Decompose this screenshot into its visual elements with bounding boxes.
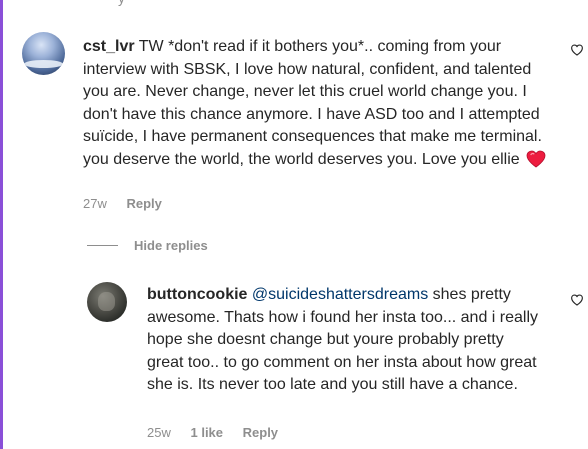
hide-replies-line — [87, 245, 118, 246]
comment-body-1: TW *don't read if it bothers you*.. comi… — [83, 38, 542, 168]
red-heart-emoji — [526, 150, 546, 176]
hide-replies-label: Hide replies — [134, 238, 208, 253]
avatar-cst-lvr[interactable] — [22, 32, 65, 75]
comment-time-2[interactable]: 25w — [147, 425, 171, 440]
comment-text-1: cst_lvr TW *don't read if it bothers you… — [83, 36, 553, 175]
username-buttoncookie[interactable]: buttoncookie — [147, 286, 247, 303]
comment-time-1[interactable]: 27w — [83, 196, 107, 211]
like-count-2[interactable]: 1 like — [190, 425, 223, 440]
avatar-buttoncookie[interactable] — [87, 282, 127, 322]
avatar-image — [98, 292, 115, 311]
reply-button-1[interactable]: Reply — [126, 196, 161, 211]
comment-meta-1: 27w Reply — [83, 196, 178, 211]
comment-text-2: buttoncookie @suicideshattersdreams shes… — [147, 284, 542, 397]
mention-link[interactable]: @suicideshattersdreams — [252, 286, 428, 303]
top-cut-off-text: y — [118, 0, 125, 6]
comment-meta-2: 25w 1 like Reply — [147, 425, 294, 440]
heart-outline-icon[interactable] — [570, 293, 584, 307]
username-cst-lvr[interactable]: cst_lvr — [83, 38, 135, 55]
reply-button-2[interactable]: Reply — [243, 425, 278, 440]
hide-replies-toggle[interactable]: Hide replies — [87, 238, 208, 253]
heart-outline-icon[interactable] — [570, 43, 584, 57]
window-edge — [0, 0, 3, 449]
avatar-image — [24, 60, 63, 68]
